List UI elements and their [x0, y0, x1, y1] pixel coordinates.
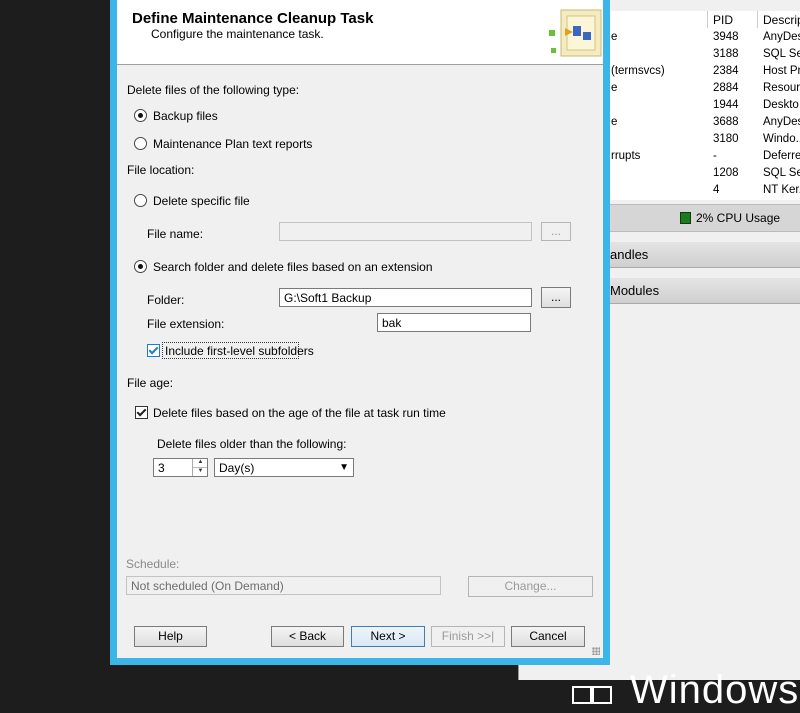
file-name-label: File name:	[147, 227, 204, 241]
process-description: SQL Ser	[763, 48, 800, 60]
age-amount-value: 3	[158, 461, 165, 475]
age-amount-spinner[interactable]: 3 ▲ ▼	[153, 458, 208, 477]
backup-files-radio[interactable]	[134, 109, 147, 122]
file-type-label: Delete files of the following type:	[127, 83, 300, 97]
spin-down-icon[interactable]: ▼	[193, 467, 207, 476]
file-age-label: File age:	[127, 376, 174, 390]
pid-column-header[interactable]: PID	[713, 13, 733, 27]
process-pid: -	[713, 150, 717, 162]
process-description: AnyDes	[763, 116, 800, 128]
process-name: e	[611, 82, 618, 94]
schedule-input: Not scheduled (On Demand)	[126, 576, 441, 595]
process-description: Deferre	[763, 150, 800, 162]
file-extension-input[interactable]: bak	[377, 313, 531, 332]
windows-logo-icon	[572, 680, 616, 704]
process-pid: 3180	[713, 133, 739, 145]
text-reports-label[interactable]: Maintenance Plan text reports	[153, 137, 312, 151]
file-location-label: File location:	[127, 163, 195, 177]
windows-brand-text: Windows S	[630, 668, 800, 712]
process-pid: 2884	[713, 82, 739, 94]
folder-input[interactable]: G:\Soft1 Backup	[279, 288, 532, 307]
dialog-title: Define Maintenance Cleanup Task	[132, 10, 374, 27]
dialog-header: Define Maintenance Cleanup Task Configur…	[117, 0, 603, 65]
process-name: (termsvcs)	[611, 65, 665, 77]
delete-specific-file-label[interactable]: Delete specific file	[153, 194, 250, 208]
section-handles-label: andles	[610, 247, 649, 262]
process-pid: 3188	[713, 48, 739, 60]
wizard-illustration-icon	[549, 9, 602, 57]
folder-label: Folder:	[147, 293, 185, 307]
resize-grip-icon[interactable]	[592, 647, 600, 655]
file-extension-label: File extension:	[147, 317, 225, 331]
process-pid: 3948	[713, 31, 739, 43]
cpu-indicator-icon	[680, 212, 691, 224]
process-description: Deskto	[763, 99, 799, 111]
back-button[interactable]: < Back	[271, 626, 344, 647]
process-name: rrupts	[611, 150, 641, 162]
process-description: NT Ker..	[763, 184, 800, 196]
include-subfolders-checkbox[interactable]	[147, 344, 160, 357]
process-pid: 1208	[713, 167, 739, 179]
process-description: SQL Ser	[763, 167, 800, 179]
process-pid: 2384	[713, 65, 739, 77]
process-description: Resour	[763, 82, 800, 94]
process-description: Windo..	[763, 133, 800, 145]
process-pid: 3688	[713, 116, 739, 128]
change-schedule-button[interactable]: Change...	[468, 576, 593, 597]
dialog-subtitle: Configure the maintenance task.	[151, 27, 324, 41]
cancel-button[interactable]: Cancel	[511, 626, 585, 647]
search-folder-radio[interactable]	[134, 260, 147, 273]
file-name-browse-button[interactable]: ...	[541, 222, 571, 241]
section-modules-label: Modules	[610, 283, 660, 298]
folder-browse-button[interactable]: ...	[541, 287, 571, 308]
process-description: Host Pr	[763, 65, 800, 77]
help-button[interactable]: Help	[134, 626, 207, 647]
cpu-usage-label: 2% CPU Usage	[696, 211, 781, 225]
search-folder-label[interactable]: Search folder and delete files based on …	[153, 260, 433, 274]
description-column-header[interactable]: Descrip	[763, 13, 800, 27]
chevron-down-icon: ▼	[339, 462, 349, 473]
finish-button[interactable]: Finish >>|	[431, 626, 505, 647]
next-button[interactable]: Next >	[351, 626, 425, 647]
older-than-label: Delete files older than the following:	[157, 437, 347, 451]
backup-files-label[interactable]: Backup files	[153, 109, 218, 123]
process-pid: 4	[713, 184, 720, 196]
schedule-label: Schedule:	[126, 557, 180, 571]
text-reports-radio[interactable]	[134, 137, 147, 150]
maintenance-cleanup-dialog: Define Maintenance Cleanup Task Configur…	[110, 0, 610, 665]
process-name: e	[611, 31, 618, 43]
include-subfolders-label[interactable]: Include first-level subfolders	[165, 344, 314, 358]
process-name: e	[611, 116, 618, 128]
file-name-input[interactable]	[279, 222, 532, 241]
delete-by-age-label[interactable]: Delete files based on the age of the fil…	[153, 406, 446, 420]
process-pid: 1944	[713, 99, 739, 111]
age-unit-value: Day(s)	[219, 461, 255, 475]
delete-specific-file-radio[interactable]	[134, 194, 147, 207]
age-unit-select[interactable]: Day(s) ▼	[214, 458, 354, 477]
delete-by-age-checkbox[interactable]	[135, 406, 148, 419]
process-description: AnyDes	[763, 31, 800, 43]
